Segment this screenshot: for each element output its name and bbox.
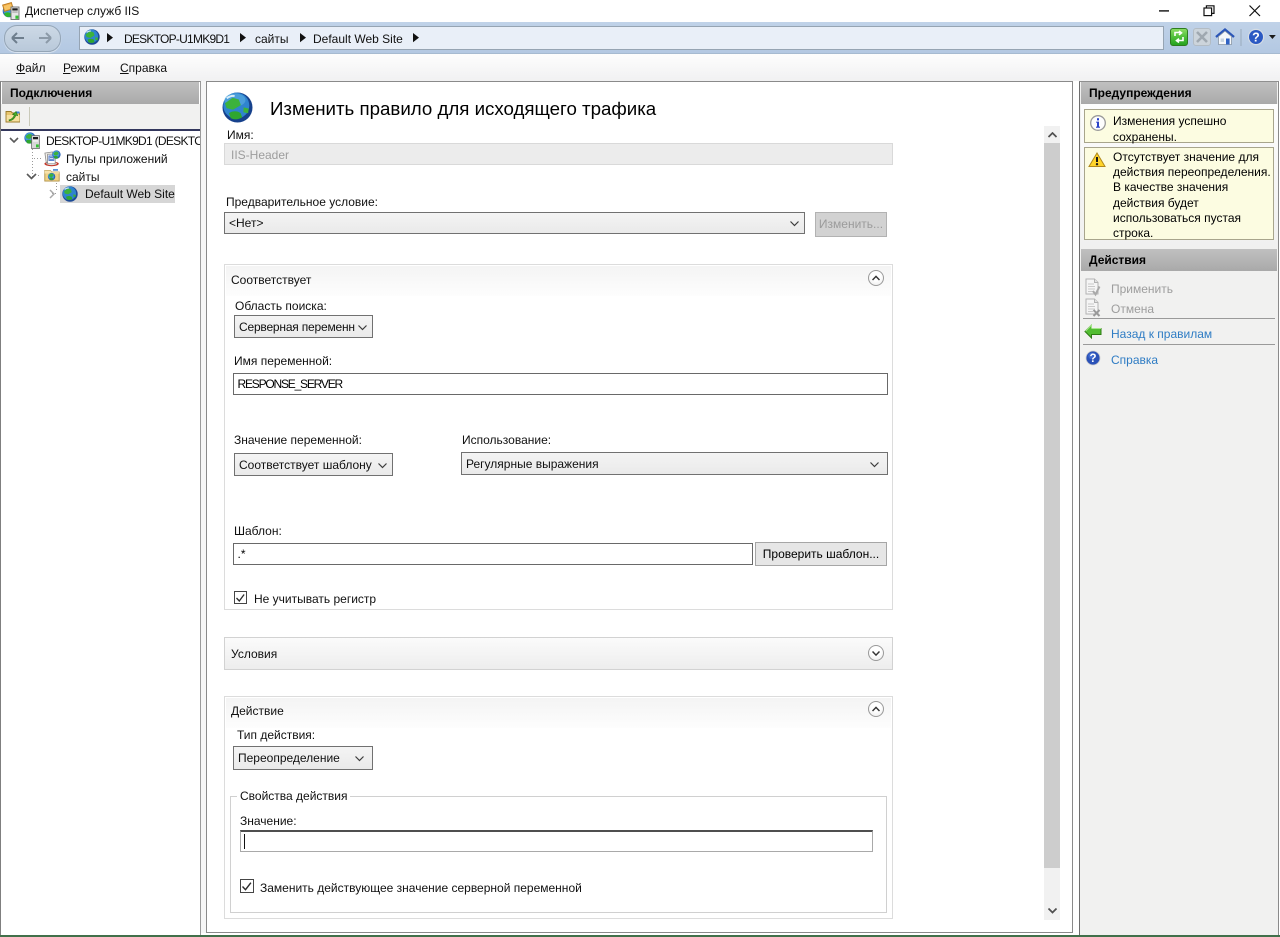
svg-text:?: ? (1089, 353, 1096, 365)
svg-text:?: ? (1252, 31, 1260, 45)
